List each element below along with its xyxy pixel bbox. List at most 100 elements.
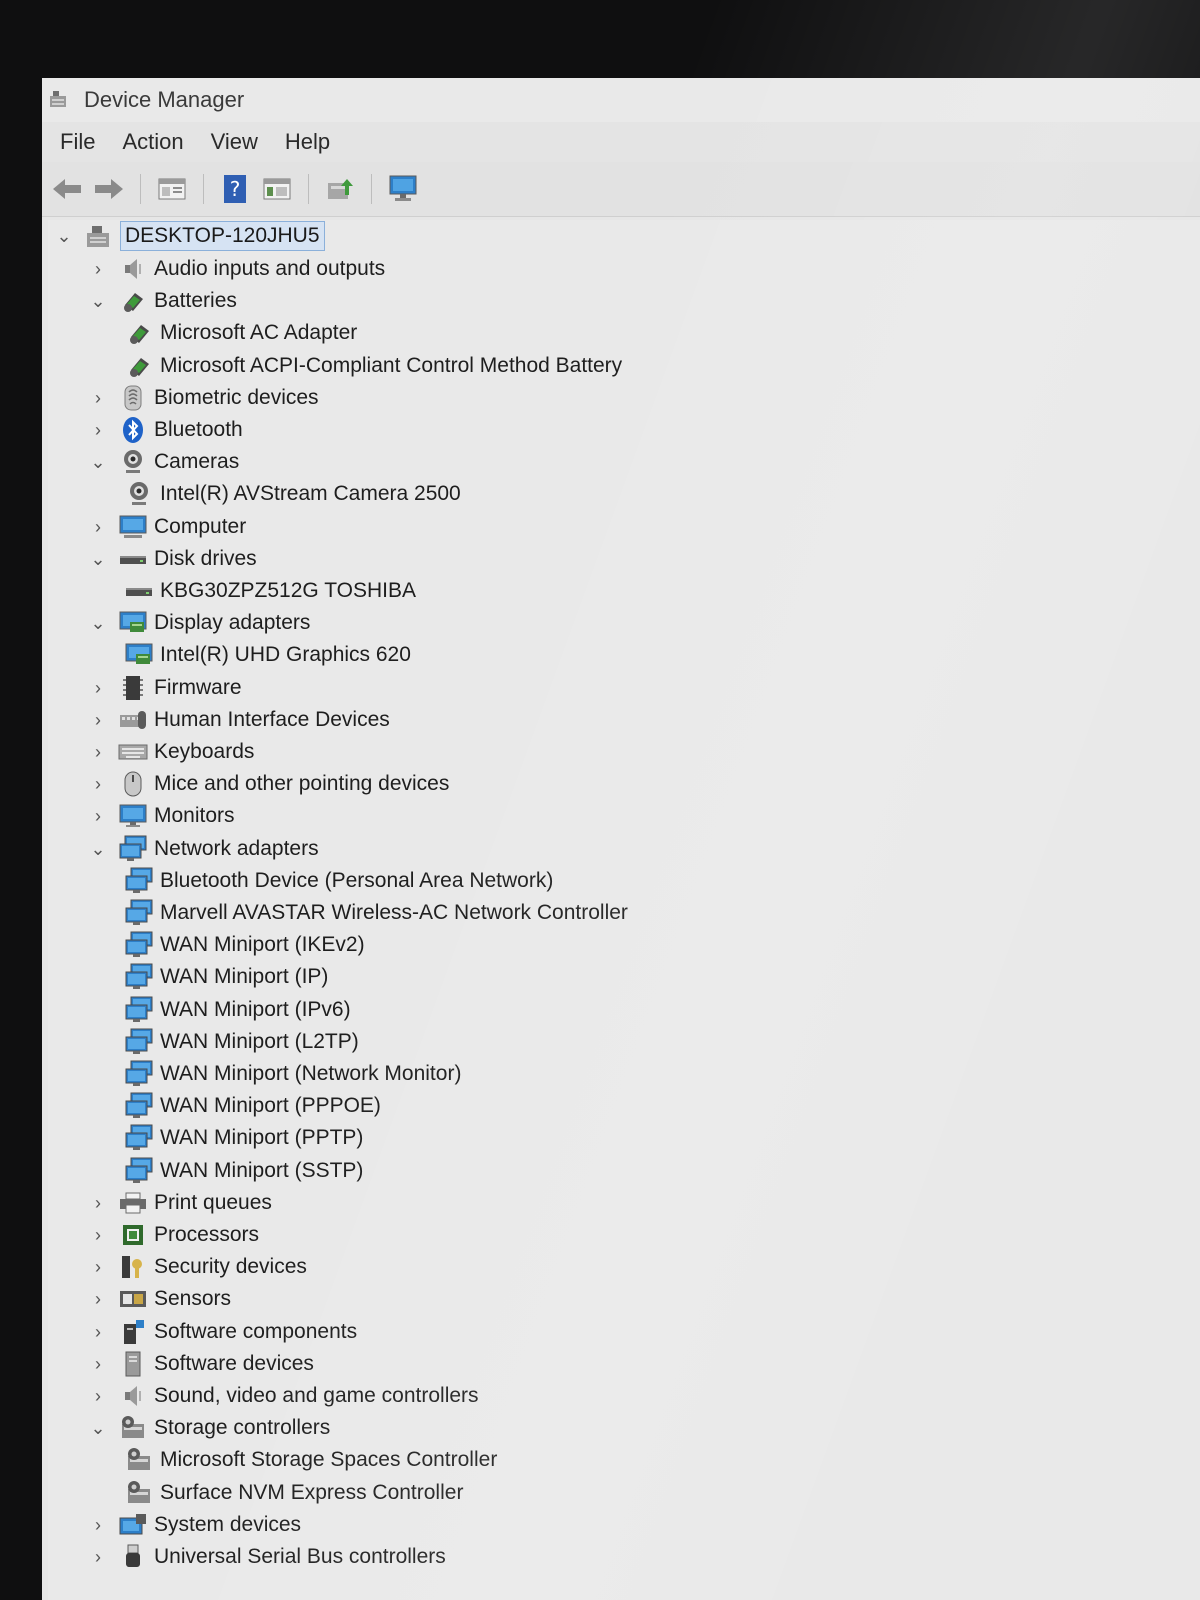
tree-category[interactable]: › Print queues <box>88 1187 272 1219</box>
menu-help[interactable]: Help <box>285 129 330 155</box>
monitor-scan-icon[interactable] <box>386 172 420 206</box>
chevron-down-icon[interactable]: ⌄ <box>88 549 108 569</box>
tree-category[interactable]: ⌄ Storage controllers <box>88 1412 330 1444</box>
printer-icon <box>118 1188 148 1218</box>
tree-device[interactable]: WAN Miniport (IPv6) <box>124 994 351 1026</box>
tree-category[interactable]: › Keyboards <box>88 736 254 768</box>
chevron-right-icon[interactable]: › <box>88 259 108 279</box>
tree-category[interactable]: › Biometric devices <box>88 382 319 414</box>
chevron-right-icon[interactable]: › <box>88 774 108 794</box>
tree-device[interactable]: WAN Miniport (L2TP) <box>124 1026 359 1058</box>
tree-root[interactable]: ⌄ DESKTOP-120JHU5 <box>54 220 325 252</box>
tree-device[interactable]: WAN Miniport (PPPOE) <box>124 1090 381 1122</box>
tree-device[interactable]: Bluetooth Device (Personal Area Network) <box>124 865 553 897</box>
network-adapter-icon <box>124 866 154 896</box>
storage-controller-icon <box>118 1413 148 1443</box>
tree-item-label: Mice and other pointing devices <box>154 772 450 795</box>
security-icon <box>118 1252 148 1282</box>
device-tree: ⌄ DESKTOP-120JHU5 › Audio inputs and outp… <box>48 220 1200 1600</box>
tree-category[interactable]: › Sensors <box>88 1283 231 1315</box>
chevron-right-icon[interactable]: › <box>88 1257 108 1277</box>
chevron-down-icon[interactable]: ⌄ <box>88 1418 108 1438</box>
chevron-right-icon[interactable]: › <box>88 1289 108 1309</box>
menu-file[interactable]: File <box>60 129 95 155</box>
tree-category[interactable]: › Computer <box>88 511 246 543</box>
tree-item-label: WAN Miniport (IP) <box>160 965 329 988</box>
tree-device[interactable]: Microsoft AC Adapter <box>124 317 357 349</box>
tree-device[interactable]: WAN Miniport (Network Monitor) <box>124 1058 461 1090</box>
tree-device[interactable]: Intel(R) UHD Graphics 620 <box>124 639 411 671</box>
chevron-right-icon[interactable]: › <box>88 742 108 762</box>
chevron-right-icon[interactable]: › <box>88 420 108 440</box>
tree-category[interactable]: › Firmware <box>88 672 242 704</box>
chevron-right-icon[interactable]: › <box>88 1354 108 1374</box>
toolbar-separator <box>308 174 309 204</box>
computer-tree-icon <box>84 221 114 251</box>
tree-item-label: Keyboards <box>154 740 255 763</box>
chevron-right-icon[interactable]: › <box>88 1193 108 1213</box>
chevron-right-icon[interactable]: › <box>88 388 108 408</box>
tree-item-label: Display adapters <box>154 611 311 634</box>
menu-action[interactable]: Action <box>122 129 183 155</box>
tree-category[interactable]: ⌄ Batteries <box>88 285 237 317</box>
tree-category[interactable]: › Sound, video and game controllers <box>88 1380 479 1412</box>
update-driver-icon[interactable] <box>323 172 357 206</box>
tree-item-label: Bluetooth <box>154 418 243 441</box>
tree-category[interactable]: › Security devices <box>88 1251 307 1283</box>
back-arrow-icon[interactable] <box>50 172 84 206</box>
tree-category[interactable]: › Bluetooth <box>88 414 243 446</box>
chevron-right-icon[interactable]: › <box>88 678 108 698</box>
chevron-right-icon[interactable]: › <box>88 710 108 730</box>
properties-icon[interactable] <box>155 172 189 206</box>
tree-category[interactable]: ⌄ Cameras <box>88 446 239 478</box>
tree-device[interactable]: Intel(R) AVStream Camera 2500 <box>124 478 461 510</box>
fingerprint-icon <box>118 383 148 413</box>
chevron-down-icon[interactable]: ⌄ <box>88 839 108 859</box>
chevron-right-icon[interactable]: › <box>88 1225 108 1245</box>
show-hide-console-icon[interactable] <box>260 172 294 206</box>
tree-category[interactable]: › Universal Serial Bus controllers <box>88 1541 446 1573</box>
tree-category[interactable]: › Human Interface Devices <box>88 704 390 736</box>
tree-item-label: Sensors <box>154 1287 232 1310</box>
chevron-right-icon[interactable]: › <box>88 1322 108 1342</box>
chevron-down-icon[interactable]: ⌄ <box>88 291 108 311</box>
tree-category[interactable]: › Software components <box>88 1316 357 1348</box>
tree-category[interactable]: › Processors <box>88 1219 259 1251</box>
chevron-right-icon[interactable]: › <box>88 1547 108 1567</box>
hid-icon <box>118 705 148 735</box>
tree-category[interactable]: › System devices <box>88 1509 301 1541</box>
tree-device[interactable]: WAN Miniport (IP) <box>124 961 328 993</box>
device-manager-window: Device Manager File Action View Help ? ⌄… <box>42 78 1200 1600</box>
tree-category[interactable]: › Mice and other pointing devices <box>88 768 449 800</box>
tree-item-label: Cameras <box>154 450 240 473</box>
tree-item-label: Audio inputs and outputs <box>154 257 386 280</box>
tree-category[interactable]: ⌄ Disk drives <box>88 543 256 575</box>
menu-view[interactable]: View <box>211 129 258 155</box>
chevron-right-icon[interactable]: › <box>88 517 108 537</box>
sensor-icon <box>118 1284 148 1314</box>
tree-device[interactable]: WAN Miniport (PPTP) <box>124 1122 363 1154</box>
tree-category[interactable]: › Software devices <box>88 1348 314 1380</box>
storage-controller-icon <box>124 1478 154 1508</box>
tree-device[interactable]: WAN Miniport (SSTP) <box>124 1155 363 1187</box>
tree-category[interactable]: › Audio inputs and outputs <box>88 253 385 285</box>
chevron-right-icon[interactable]: › <box>88 806 108 826</box>
tree-device[interactable]: Surface NVM Express Controller <box>124 1477 463 1509</box>
tree-device[interactable]: Microsoft Storage Spaces Controller <box>124 1444 497 1476</box>
tree-category[interactable]: ⌄ Display adapters <box>88 607 310 639</box>
chevron-down-icon[interactable]: ⌄ <box>88 452 108 472</box>
tree-device[interactable]: Microsoft ACPI-Compliant Control Method … <box>124 350 622 382</box>
tree-device[interactable]: WAN Miniport (IKEv2) <box>124 929 365 961</box>
help-icon[interactable]: ? <box>218 172 252 206</box>
chevron-right-icon[interactable]: › <box>88 1515 108 1535</box>
window-title: Device Manager <box>84 87 245 112</box>
disk-drive-icon <box>118 544 148 574</box>
chevron-right-icon[interactable]: › <box>88 1386 108 1406</box>
forward-arrow-icon[interactable] <box>92 172 126 206</box>
tree-category[interactable]: › Monitors <box>88 800 235 832</box>
chevron-down-icon[interactable]: ⌄ <box>88 613 108 633</box>
tree-device[interactable]: KBG30ZPZ512G TOSHIBA <box>124 575 416 607</box>
tree-device[interactable]: Marvell AVASTAR Wireless-AC Network Cont… <box>124 897 628 929</box>
chevron-down-icon[interactable]: ⌄ <box>54 226 74 246</box>
tree-category[interactable]: ⌄ Network adapters <box>88 833 319 865</box>
